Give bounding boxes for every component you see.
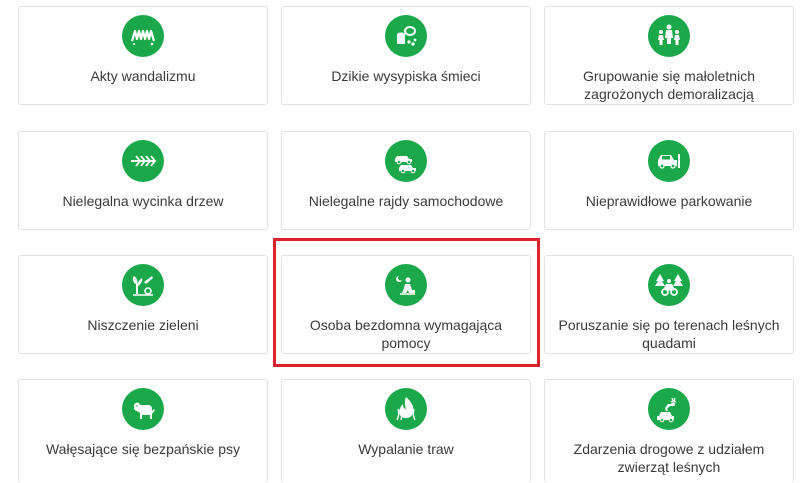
category-card-vandalism[interactable]: Akty wandalizmu (18, 6, 268, 105)
category-card-wildlife-road-accidents[interactable]: Zdarzenia drogowe z udziałem zwierząt le… (544, 379, 794, 483)
category-label: Wałęsające się bezpańskie psy (45, 441, 241, 457)
trash-dump-icon (385, 15, 427, 57)
category-label: Osoba bezdomna wymagająca pomocy (309, 317, 503, 351)
quad-forest-icon (648, 264, 690, 306)
car-rally-icon (385, 140, 427, 182)
category-label: Akty wandalizmu (90, 68, 196, 84)
category-card-grass-burning[interactable]: Wypalanie traw (281, 379, 531, 483)
homeless-person-icon (385, 264, 427, 306)
category-card-stray-dogs[interactable]: Wałęsające się bezpańskie psy (18, 379, 268, 483)
category-card-youth-groups[interactable]: Grupowanie się małoletnich zagrożonych d… (544, 6, 794, 105)
category-card-car-rallies[interactable]: Nielegalne rajdy samochodowe (281, 131, 531, 230)
category-label: Dzikie wysypiska śmieci (331, 68, 481, 84)
category-card-homeless-person[interactable]: Osoba bezdomna wymagająca pomocy (281, 255, 531, 354)
category-card-greenery-damage[interactable]: Niszczenie zieleni (18, 255, 268, 354)
category-label: Nieprawidłowe parkowanie (585, 193, 753, 209)
category-card-illegal-logging[interactable]: Nielegalna wycinka drzew (18, 131, 268, 230)
category-grid: Akty wandalizmu Dzikie wysypiska śmieci … (0, 0, 800, 483)
youth-group-icon (648, 15, 690, 57)
category-label: Zdarzenia drogowe z udziałem zwierząt le… (573, 441, 765, 475)
category-label: Wypalanie traw (358, 441, 454, 457)
tree-felling-icon (122, 140, 164, 182)
category-label: Poruszanie się po terenach leśnych quada… (558, 317, 780, 351)
parking-icon (648, 140, 690, 182)
category-card-illegal-dumps[interactable]: Dzikie wysypiska śmieci (281, 6, 531, 105)
greenery-damage-icon (122, 264, 164, 306)
category-card-quads-forest[interactable]: Poruszanie się po terenach leśnych quada… (544, 255, 794, 354)
category-label: Nielegalne rajdy samochodowe (308, 193, 504, 209)
grass-burning-icon (385, 388, 427, 430)
category-card-wrong-parking[interactable]: Nieprawidłowe parkowanie (544, 131, 794, 230)
stray-dog-icon (122, 388, 164, 430)
category-label: Nielegalna wycinka drzew (62, 193, 224, 209)
category-label: Niszczenie zieleni (87, 317, 199, 333)
deer-collision-icon (648, 388, 690, 430)
graffiti-icon (122, 15, 164, 57)
category-label: Grupowanie się małoletnich zagrożonych d… (583, 68, 755, 102)
